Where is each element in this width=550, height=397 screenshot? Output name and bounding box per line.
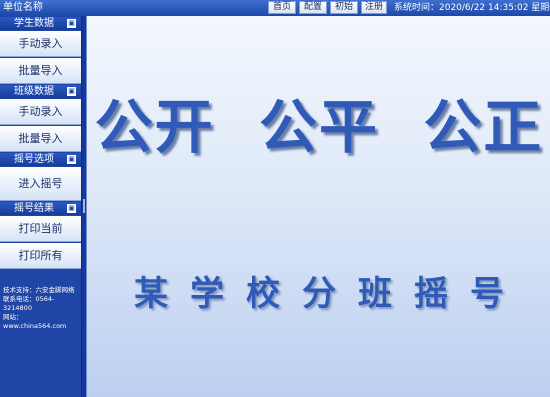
sidebar-item-student-manual-entry[interactable]: 手动录入 (0, 31, 81, 57)
title-bar: 单位名称 首页 配置 初始 注册 系统时间：2020/6/22 14:35:02… (0, 0, 550, 16)
unit-name: 单位名称 (3, 2, 43, 13)
sidebar-footer: 技术支持：六安金脚网络 联系电话：0564-3214800 网站：www.chi… (3, 286, 81, 331)
school-title: 某学校分班摇号 (134, 274, 526, 314)
collapse-icon[interactable]: ▣ (67, 19, 76, 28)
main-panel: 公开 公平 公正 某学校分班摇号 (86, 16, 550, 397)
website-text: 网站：www.china564.com (3, 313, 67, 330)
nav-home-button[interactable]: 首页 (268, 1, 296, 14)
nav-config-button[interactable]: 配置 (299, 1, 327, 14)
nav-init-button[interactable]: 初始 (330, 1, 358, 14)
collapse-icon[interactable]: ▣ (67, 204, 76, 213)
phone-text: 联系电话：0564-3214800 (3, 295, 55, 312)
system-clock: 系统时间：2020/6/22 14:35:02 星期一 (394, 3, 550, 13)
sidebar-item-class-batch-import[interactable]: 批量导入 (0, 126, 81, 152)
slogan-heading: 公开 公平 公正 (94, 93, 544, 161)
section-title: 班级数据 (14, 86, 54, 97)
section-title: 学生数据 (14, 18, 54, 29)
section-student-data[interactable]: 学生数据 ▣ (0, 17, 81, 30)
section-lottery-results[interactable]: 摇号结果 ▣ (0, 202, 81, 215)
sidebar-item-student-batch-import[interactable]: 批量导入 (0, 58, 81, 84)
collapse-icon[interactable]: ▣ (67, 87, 76, 96)
section-class-data[interactable]: 班级数据 ▣ (0, 85, 81, 98)
sidebar-item-print-all[interactable]: 打印所有 (0, 243, 81, 269)
section-title: 摇号结果 (14, 203, 54, 214)
section-lottery-options[interactable]: 摇号选项 ▣ (0, 153, 81, 166)
support-text: 技术支持：六安金脚网络 (3, 286, 75, 294)
top-nav: 首页 配置 初始 注册 (268, 1, 390, 14)
section-title: 摇号选项 (14, 154, 54, 165)
nav-register-button[interactable]: 注册 (361, 1, 387, 14)
collapse-icon[interactable]: ▣ (67, 155, 76, 164)
splitter-grip-icon[interactable] (83, 199, 85, 213)
sidebar-item-print-current[interactable]: 打印当前 (0, 216, 81, 242)
sidebar-item-enter-lottery[interactable]: 进入摇号 (0, 167, 81, 201)
sidebar: 学生数据 ▣ 手动录入 批量导入 班级数据 ▣ 手动录入 批量导入 摇号选项 ▣… (0, 16, 82, 397)
sidebar-item-class-manual-entry[interactable]: 手动录入 (0, 99, 81, 125)
